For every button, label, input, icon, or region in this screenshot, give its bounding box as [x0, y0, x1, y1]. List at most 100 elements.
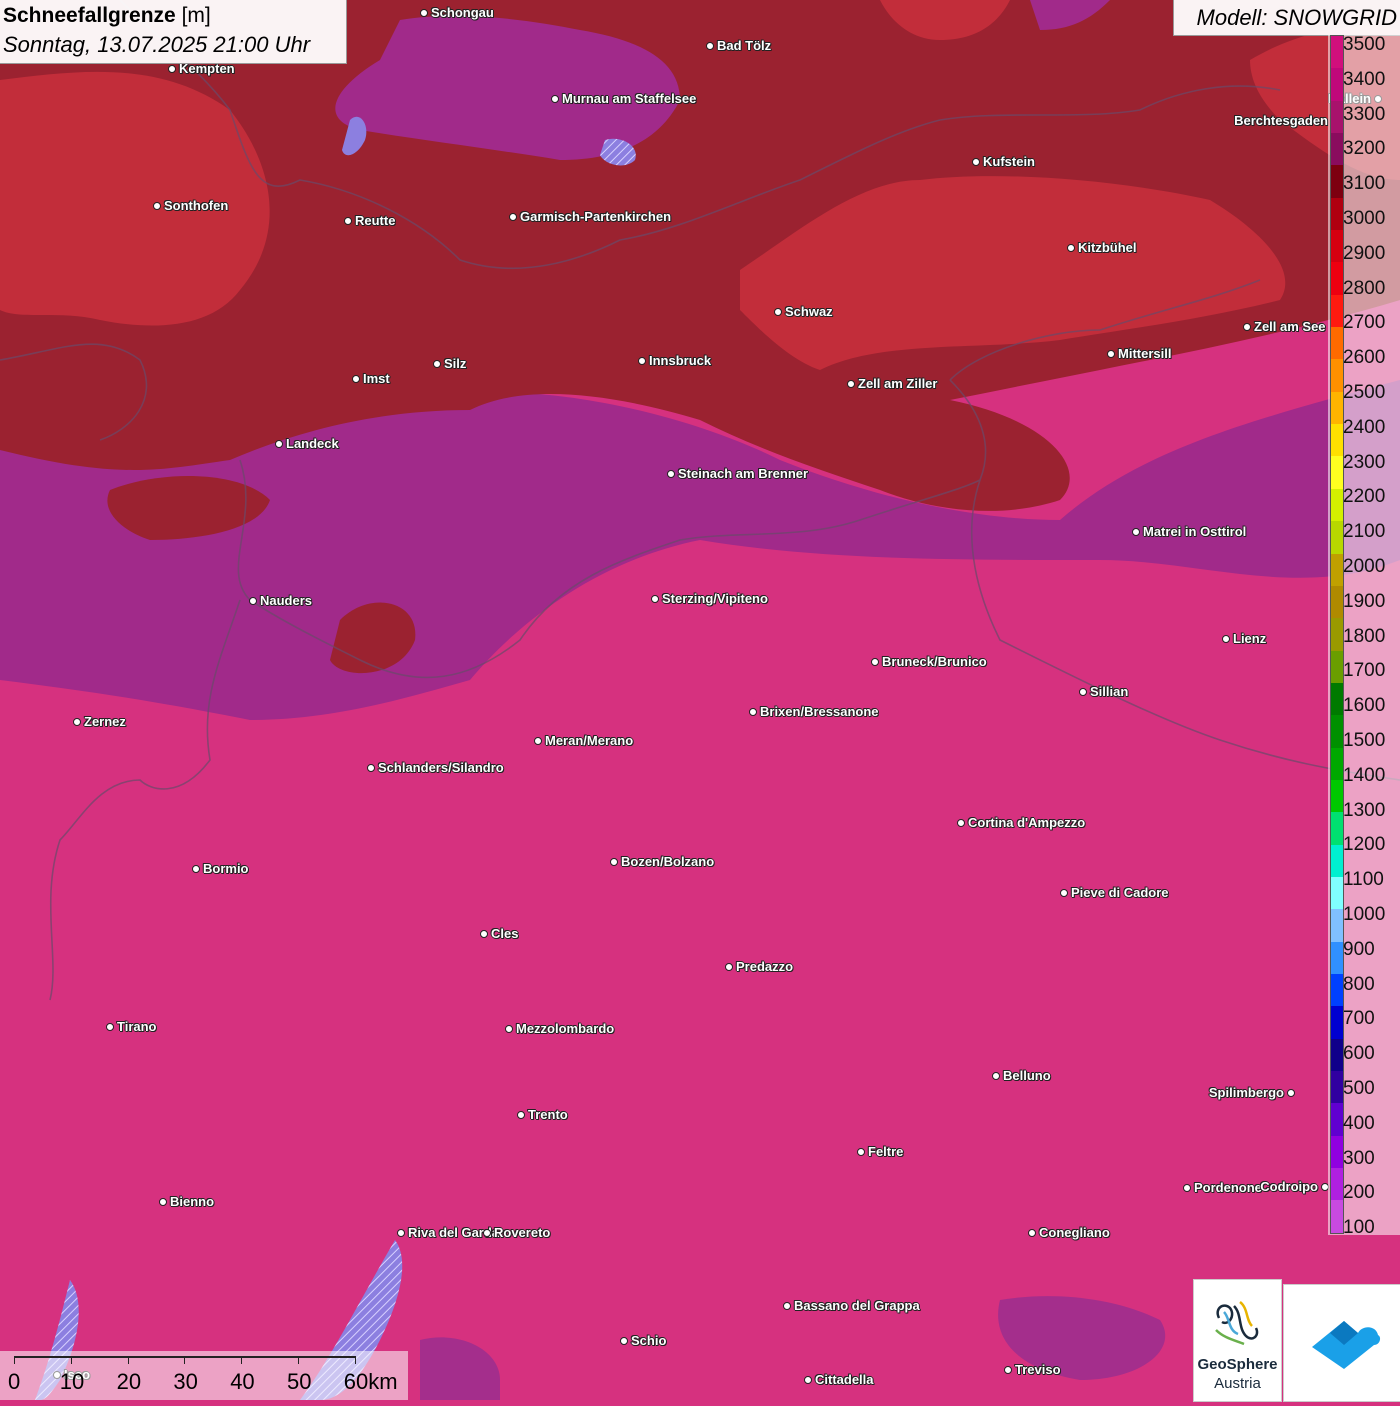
city-marker[interactable]	[857, 1148, 865, 1156]
city-label: Cortina d'Ampezzo	[968, 815, 1086, 830]
city-marker[interactable]	[159, 1198, 167, 1206]
city-marker[interactable]	[992, 1072, 1000, 1080]
city-marker[interactable]	[871, 658, 879, 666]
city-marker[interactable]	[344, 217, 352, 225]
map-view[interactable]: Schongau Kempten Bad Tölz Murnau am Staffel…	[0, 0, 1400, 1400]
city-marker[interactable]	[480, 930, 488, 938]
legend-swatch	[1331, 779, 1343, 813]
legend-swatch	[1331, 1103, 1343, 1136]
city-marker[interactable]	[706, 42, 714, 50]
legend-swatch	[1331, 1200, 1343, 1233]
city-marker[interactable]	[249, 597, 257, 605]
city-label: Landeck	[286, 436, 339, 451]
legend-swatch	[1331, 521, 1343, 554]
legend-swatch	[1331, 359, 1343, 392]
city-marker[interactable]	[725, 963, 733, 971]
legend-swatch	[1331, 844, 1343, 877]
city-marker[interactable]	[509, 213, 517, 221]
city-marker[interactable]	[397, 1229, 405, 1237]
city-label: Bormio	[203, 861, 249, 876]
scale-tick	[241, 1356, 243, 1364]
city-marker[interactable]	[783, 1302, 791, 1310]
legend-label: 1600	[1343, 695, 1386, 717]
city-marker[interactable]	[1183, 1184, 1191, 1192]
city-marker[interactable]	[651, 595, 659, 603]
city-marker[interactable]	[1287, 1089, 1295, 1097]
city-marker[interactable]	[667, 470, 675, 478]
legend-label: 1300	[1343, 799, 1386, 821]
legend-label: 3400	[1343, 68, 1386, 90]
city-marker[interactable]	[1004, 1366, 1012, 1374]
city-marker[interactable]	[153, 202, 161, 210]
city-label: Sonthofen	[164, 198, 229, 213]
city-label: Sillian	[1090, 684, 1129, 699]
scale-tick	[184, 1356, 186, 1364]
city-marker[interactable]	[1067, 244, 1075, 252]
geosphere-name: GeoSphere	[1197, 1356, 1278, 1373]
city-marker[interactable]	[505, 1025, 513, 1033]
legend-label: 2500	[1343, 382, 1386, 403]
city-label: Codroipo	[1260, 1179, 1318, 1194]
city-marker[interactable]	[749, 708, 757, 716]
city-marker[interactable]	[275, 440, 283, 448]
geosphere-logo[interactable]: GeoSphere Austria	[1193, 1279, 1282, 1402]
city-marker[interactable]	[610, 858, 618, 866]
legend-swatch	[1331, 424, 1343, 457]
legend-swatch	[1331, 1135, 1343, 1169]
city-marker[interactable]	[352, 375, 360, 383]
legend-swatch	[1331, 909, 1343, 942]
city-label: Feltre	[868, 1144, 904, 1159]
city-marker[interactable]	[774, 308, 782, 316]
city-label: Sterzing/Vipiteno	[662, 591, 768, 606]
city-label: Steinach am Brenner	[678, 466, 809, 481]
legend-swatch	[1331, 812, 1343, 845]
city-label: Berchtesgaden	[1234, 113, 1328, 128]
city-marker[interactable]	[638, 357, 646, 365]
city-marker[interactable]	[1028, 1229, 1036, 1237]
city-marker[interactable]	[192, 865, 200, 873]
city-label: Bruneck/Brunico	[882, 654, 987, 669]
city-label: Kitzbühel	[1078, 240, 1137, 255]
legend-swatch	[1331, 715, 1343, 748]
legend-swatch	[1331, 488, 1343, 522]
legend-swatch	[1331, 1071, 1343, 1104]
city-label: Pordenone	[1194, 1180, 1262, 1195]
city-marker[interactable]	[847, 380, 855, 388]
city-marker[interactable]	[804, 1376, 812, 1384]
legend-label: 200	[1343, 1182, 1375, 1204]
city-marker[interactable]	[106, 1023, 114, 1031]
city-marker[interactable]	[1079, 688, 1087, 696]
city-marker[interactable]	[551, 95, 559, 103]
city-marker[interactable]	[1107, 350, 1115, 358]
city-marker[interactable]	[73, 718, 81, 726]
city-label: Matrei in Osttirol	[1143, 524, 1247, 539]
city-marker[interactable]	[1132, 528, 1140, 536]
city-marker[interactable]	[957, 819, 965, 827]
map-title: Schneefallgrenze [m]	[3, 4, 211, 27]
city-marker[interactable]	[1060, 889, 1068, 897]
city-label: Bienno	[170, 1194, 215, 1209]
city-marker[interactable]	[1222, 635, 1230, 643]
scale-label: 10	[59, 1369, 85, 1394]
city-marker[interactable]	[620, 1337, 628, 1345]
city-marker[interactable]	[168, 65, 176, 73]
city-marker[interactable]	[483, 1229, 491, 1237]
app-logo[interactable]	[1283, 1284, 1400, 1402]
city-marker[interactable]	[420, 9, 428, 17]
legend-label: 3200	[1343, 138, 1386, 160]
city-marker[interactable]	[972, 158, 980, 166]
legend-swatch	[1331, 1168, 1343, 1201]
map-title-box: Schneefallgrenze [m] Sonntag, 13.07.2025…	[0, 0, 347, 64]
city-marker[interactable]	[367, 764, 375, 772]
city-marker[interactable]	[1243, 323, 1251, 331]
city-label: Reutte	[355, 213, 396, 228]
city-marker[interactable]	[433, 360, 441, 368]
legend-label: 1700	[1343, 660, 1386, 682]
city-label: Mittersill	[1118, 346, 1172, 361]
legend-swatch	[1331, 294, 1343, 328]
legend-swatch	[1331, 618, 1343, 651]
city-marker[interactable]	[517, 1111, 525, 1119]
scale-tick	[14, 1356, 15, 1364]
city-label: Rovereto	[494, 1225, 551, 1240]
city-marker[interactable]	[534, 737, 542, 745]
